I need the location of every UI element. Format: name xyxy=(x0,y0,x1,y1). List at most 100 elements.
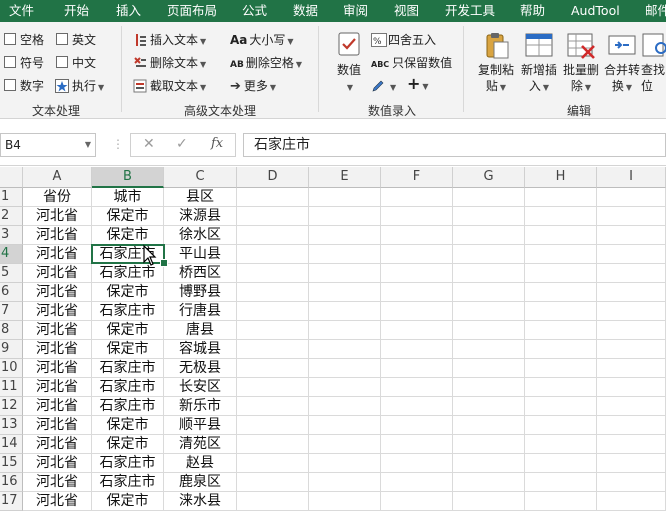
cell-c6[interactable]: 博野县 xyxy=(164,283,237,302)
row-header[interactable]: 5 xyxy=(0,264,23,283)
cell-e12[interactable] xyxy=(309,397,381,416)
execute-button[interactable]: 执行 ▼ xyxy=(55,78,104,96)
cell-e13[interactable] xyxy=(309,416,381,435)
tab-file[interactable]: 文件 xyxy=(9,0,34,22)
cell-d5[interactable] xyxy=(237,264,309,283)
cell-c2[interactable]: 涞源县 xyxy=(164,207,237,226)
row-header[interactable]: 10 xyxy=(0,359,23,378)
cell-a9[interactable]: 河北省 xyxy=(23,340,92,359)
chevron-down-icon[interactable]: ▼ xyxy=(85,134,91,156)
batch-delete-button[interactable]: 批量删除 ▼ xyxy=(559,32,603,96)
column-header-b[interactable]: B xyxy=(92,167,164,188)
cell-a5[interactable]: 河北省 xyxy=(23,264,92,283)
tab-help[interactable]: 帮助 xyxy=(520,0,545,22)
cell-g13[interactable] xyxy=(453,416,525,435)
enter-icon[interactable]: ✓ xyxy=(176,136,188,152)
cell-c9[interactable]: 容城县 xyxy=(164,340,237,359)
cell-c10[interactable]: 无极县 xyxy=(164,359,237,378)
tab-page-layout[interactable]: 页面布局 xyxy=(167,0,217,22)
column-header-h[interactable]: H xyxy=(525,167,597,188)
row-header[interactable]: 16 xyxy=(0,473,23,492)
cell-e10[interactable] xyxy=(309,359,381,378)
cell-c13[interactable]: 顺平县 xyxy=(164,416,237,435)
cell-c15[interactable]: 赵县 xyxy=(164,454,237,473)
cell-d14[interactable] xyxy=(237,435,309,454)
checkbox-box[interactable] xyxy=(56,56,68,68)
row-header[interactable]: 2 xyxy=(0,207,23,226)
cell-d3[interactable] xyxy=(237,226,309,245)
cell-d13[interactable] xyxy=(237,416,309,435)
cell-f9[interactable] xyxy=(381,340,453,359)
cell-d6[interactable] xyxy=(237,283,309,302)
checkbox-chinese[interactable]: 中文 xyxy=(56,55,96,71)
cell-c7[interactable]: 行唐县 xyxy=(164,302,237,321)
cell-f3[interactable] xyxy=(381,226,453,245)
cell-d12[interactable] xyxy=(237,397,309,416)
merge-convert-button[interactable]: 合并转换 ▼ xyxy=(600,32,644,96)
cell-e3[interactable] xyxy=(309,226,381,245)
insert-new-button[interactable]: 新增插入 ▼ xyxy=(517,32,561,96)
fill-handle[interactable] xyxy=(160,259,168,267)
cancel-icon[interactable]: ✕ xyxy=(143,136,155,152)
cell-f7[interactable] xyxy=(381,302,453,321)
cell-e2[interactable] xyxy=(309,207,381,226)
delete-space-button[interactable]: AB 删除空格 ▼ xyxy=(230,55,302,73)
tab-home[interactable]: 开始 xyxy=(64,0,89,22)
checkbox-symbol[interactable]: 符号 xyxy=(4,55,44,71)
cell-h11[interactable] xyxy=(525,378,597,397)
more-button[interactable]: ➔ 更多 ▼ xyxy=(230,78,276,96)
cell-b9[interactable]: 保定市 xyxy=(92,340,164,359)
cell-d11[interactable] xyxy=(237,378,309,397)
cell-f2[interactable] xyxy=(381,207,453,226)
cell-e8[interactable] xyxy=(309,321,381,340)
row-header[interactable]: 7 xyxy=(0,302,23,321)
tab-review[interactable]: 审阅 xyxy=(343,0,368,22)
function-icon[interactable]: fx xyxy=(211,136,223,151)
cell-g16[interactable] xyxy=(453,473,525,492)
tab-view[interactable]: 视图 xyxy=(394,0,419,22)
column-header-e[interactable]: E xyxy=(309,167,381,188)
column-header-f[interactable]: F xyxy=(381,167,453,188)
cell-e16[interactable] xyxy=(309,473,381,492)
edit-tools-button[interactable]: ▼ xyxy=(371,78,396,96)
cell-f6[interactable] xyxy=(381,283,453,302)
column-header-d[interactable]: D xyxy=(237,167,309,188)
cell-c5[interactable]: 桥西区 xyxy=(164,264,237,283)
cell-h5[interactable] xyxy=(525,264,597,283)
checkbox-number[interactable]: 数字 xyxy=(4,78,44,94)
cell-c17[interactable]: 涞水县 xyxy=(164,492,237,511)
cell-c3[interactable]: 徐水区 xyxy=(164,226,237,245)
cell-h14[interactable] xyxy=(525,435,597,454)
cell-g14[interactable] xyxy=(453,435,525,454)
cell-c1[interactable]: 县区 xyxy=(164,188,237,207)
cell-b1[interactable]: 城市 xyxy=(92,188,164,207)
cell-e11[interactable] xyxy=(309,378,381,397)
cell-a13[interactable]: 河北省 xyxy=(23,416,92,435)
cell-f14[interactable] xyxy=(381,435,453,454)
cell-c4[interactable]: 平山县 xyxy=(164,245,237,264)
cell-f16[interactable] xyxy=(381,473,453,492)
tab-formulas[interactable]: 公式 xyxy=(242,0,267,22)
cell-i1[interactable] xyxy=(597,188,666,207)
checkbox-box[interactable] xyxy=(4,79,16,91)
cell-d7[interactable] xyxy=(237,302,309,321)
cell-i4[interactable] xyxy=(597,245,666,264)
cell-g10[interactable] xyxy=(453,359,525,378)
cell-i15[interactable] xyxy=(597,454,666,473)
add-button[interactable]: + ▼ xyxy=(407,76,429,95)
cell-b8[interactable]: 保定市 xyxy=(92,321,164,340)
checkbox-box[interactable] xyxy=(56,33,68,45)
cell-h1[interactable] xyxy=(525,188,597,207)
cell-c8[interactable]: 唐县 xyxy=(164,321,237,340)
cell-c14[interactable]: 清苑区 xyxy=(164,435,237,454)
cell-f4[interactable] xyxy=(381,245,453,264)
cell-i9[interactable] xyxy=(597,340,666,359)
insert-text-button[interactable]: 插入文本 ▼ xyxy=(133,32,206,50)
cell-b15[interactable]: 石家庄市 xyxy=(92,454,164,473)
checkbox-box[interactable] xyxy=(4,56,16,68)
cell-b11[interactable]: 石家庄市 xyxy=(92,378,164,397)
cell-b6[interactable]: 保定市 xyxy=(92,283,164,302)
cell-a14[interactable]: 河北省 xyxy=(23,435,92,454)
cell-g11[interactable] xyxy=(453,378,525,397)
cell-e4[interactable] xyxy=(309,245,381,264)
